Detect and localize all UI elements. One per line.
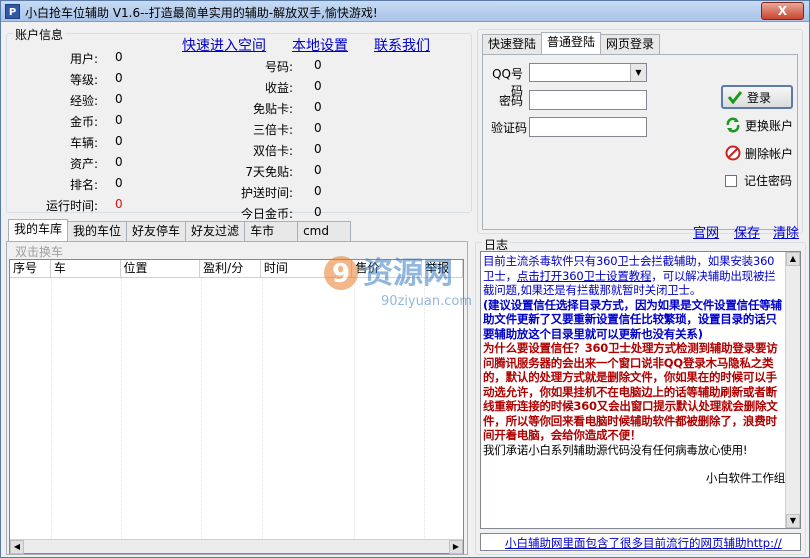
password-label: 密码 (498, 94, 523, 108)
scroll-down-icon[interactable]: ▼ (786, 514, 800, 528)
switch-account-button[interactable]: 更换账户 (721, 114, 797, 136)
checkmark-icon (727, 91, 743, 105)
col-car[interactable]: 车 (51, 260, 121, 277)
tab-my-garage[interactable]: 我的车库 (8, 219, 69, 241)
col-index[interactable]: 序号 (10, 260, 51, 277)
account-right-label-0: 号码: (264, 60, 293, 74)
log-paragraph-advice: (建议设置信任选择目录方式，因为如果是文件设置信任等辅助文件更新了又要重新设置信… (483, 297, 782, 341)
col-position[interactable]: 位置 (121, 260, 201, 277)
col-profit[interactable]: 盈利/分 (200, 260, 261, 277)
account-right-label-3: 三倍卡: (252, 123, 293, 137)
tab-friend-filter[interactable]: 好友过滤 (185, 221, 246, 241)
title-bar[interactable]: P 小白抢车位辅助 V1.6--打造最简单实用的辅助-解放双手,愉快游戏! X (1, 1, 809, 22)
account-left-value-7: 0 (115, 197, 123, 211)
svg-text:90ziyuan.com: 90ziyuan.com (381, 294, 472, 309)
account-left-value-4: 0 (115, 134, 123, 148)
delete-account-button[interactable]: 删除帐户 (721, 142, 797, 164)
account-info-legend: 账户信息 (13, 26, 66, 43)
password-field[interactable] (529, 90, 647, 110)
account-left-label-3: 金币: (69, 115, 98, 129)
login-tabs: 快速登陆 普通登陆 网页登录 (482, 32, 661, 56)
remember-password-checkbox[interactable]: 记住密码 (725, 172, 792, 189)
qq-number-select[interactable]: ▼ (529, 63, 647, 82)
no-entry-icon (725, 145, 741, 161)
login-tab-panel: QQ号码 ▼ 密码 验证码 登录 更换账户 删除帐户 记住密码 (482, 54, 798, 230)
account-right-value-0: 0 (314, 58, 322, 72)
log-text-area[interactable]: 目前主流杀毒软件只有360卫士会拦截辅助，如果安装360卫士，点击打开360卫士… (480, 251, 801, 529)
window-title: 小白抢车位辅助 V1.6--打造最简单实用的辅助-解放双手,愉快游戏! (25, 6, 378, 20)
status-link[interactable]: 小白辅助网里面包含了很多目前流行的网页辅助http:// (505, 535, 782, 551)
log-paragraph-why: 为什么要设置信任？360卫士处理方式检测到辅助登录要访问腾讯服务器的会出来一个窗… (483, 341, 778, 442)
account-left-label-6: 排名: (69, 178, 98, 192)
login-button[interactable]: 登录 (721, 85, 793, 109)
account-right-value-3: 0 (314, 121, 322, 135)
swap-car-label: 双击换车 (15, 245, 64, 259)
tab-normal-login[interactable]: 普通登陆 (541, 32, 602, 54)
account-left-value-6: 0 (115, 176, 123, 190)
account-left-label-0: 用户: (69, 52, 98, 66)
scroll-right-icon[interactable]: ▶ (449, 540, 463, 554)
status-bar: 小白辅助网里面包含了很多目前流行的网页辅助http:// (480, 533, 801, 551)
log-360-tutorial-link[interactable]: 点击打开360卫士设置教程 (517, 269, 652, 283)
log-paragraph-antivirus: 目前主流杀毒软件只有360卫士会拦截辅助，如果安装360卫士，点击打开360卫士… (483, 254, 776, 297)
refresh-icon (726, 117, 740, 133)
account-left-label-5: 资产: (69, 157, 98, 171)
clear-link[interactable]: 清除 (773, 222, 799, 241)
account-right-label-6: 护送时间: (240, 186, 293, 200)
account-right-value-6: 0 (314, 184, 322, 198)
tab-web-login[interactable]: 网页登录 (600, 34, 661, 54)
log-vertical-scrollbar[interactable]: ▲ ▼ (785, 252, 800, 528)
horizontal-scrollbar[interactable]: ◀ ▶ (10, 539, 463, 554)
account-right-label-5: 7天免贴: (245, 165, 293, 179)
account-right-label-7: 今日金币: (240, 207, 293, 221)
tab-car-market[interactable]: 车市 (244, 221, 299, 241)
account-right-label-2: 免贴卡: (252, 102, 293, 116)
account-left-value-3: 0 (115, 113, 123, 127)
account-left-label-1: 等级: (69, 73, 98, 87)
captcha-field[interactable] (529, 117, 647, 137)
log-paragraph-promise: 我们承诺小白系列辅助源代码没有任何病毒放心使用! (483, 442, 748, 457)
save-link[interactable]: 保存 (734, 222, 760, 241)
captcha-label: 验证码 (490, 121, 527, 135)
account-right-value-7: 0 (314, 205, 322, 219)
account-left-value-0: 0 (115, 50, 123, 64)
checkbox-box[interactable] (725, 174, 737, 187)
tab-my-parking[interactable]: 我的车位 (67, 221, 128, 241)
account-right-label-1: 收益: (264, 81, 293, 95)
app-icon: P (5, 4, 20, 19)
account-right-value-1: 0 (314, 79, 322, 93)
account-left-label-2: 经验: (69, 94, 98, 108)
account-info-group: 账户信息 快速进入空间 本地设置 联系我们 用户: 0 等级: 0 经验: 0 金币: 0 车辆… (6, 26, 472, 221)
scroll-up-icon[interactable]: ▲ (786, 252, 800, 266)
account-left-value-5: 0 (115, 155, 123, 169)
account-left-value-1: 0 (115, 71, 123, 85)
account-left-label-7: 运行时间: (45, 199, 98, 213)
tab-friend-parking[interactable]: 好友停车 (126, 221, 187, 241)
svg-text:资源网: 资源网 (363, 256, 453, 291)
account-left-value-2: 0 (115, 92, 123, 106)
car-tabs: 我的车库 我的车位 好友停车 好友过滤 车市 cmd (8, 219, 352, 243)
account-left-label-4: 车辆: (69, 136, 98, 150)
login-panel: 快速登陆 普通登陆 网页登录 QQ号码 ▼ 密码 验证码 登录 更换账户 删除帐… (477, 29, 803, 234)
scroll-left-icon[interactable]: ◀ (10, 540, 24, 554)
svg-text:9: 9 (332, 259, 350, 289)
contact-us-link[interactable]: 联系我们 (374, 35, 430, 55)
watermark-logo: 9 资源网 90ziyuan.com (324, 256, 472, 309)
tab-cmd[interactable]: cmd (297, 221, 352, 241)
local-settings-link[interactable]: 本地设置 (292, 35, 348, 55)
tab-quick-login[interactable]: 快速登陆 (482, 34, 543, 54)
log-signature: 小白软件工作组 (705, 471, 785, 485)
quick-enter-space-link[interactable]: 快速进入空间 (182, 35, 266, 55)
account-right-value-2: 0 (314, 100, 322, 114)
official-site-link[interactable]: 官网 (693, 222, 719, 241)
close-button[interactable]: X (761, 2, 804, 20)
account-right-value-5: 0 (314, 163, 322, 177)
main-window: P 小白抢车位辅助 V1.6--打造最简单实用的辅助-解放双手,愉快游戏! X … (0, 0, 810, 558)
account-right-label-4: 双倍卡: (252, 144, 293, 158)
chevron-down-icon[interactable]: ▼ (630, 64, 646, 81)
account-right-value-4: 0 (314, 142, 322, 156)
